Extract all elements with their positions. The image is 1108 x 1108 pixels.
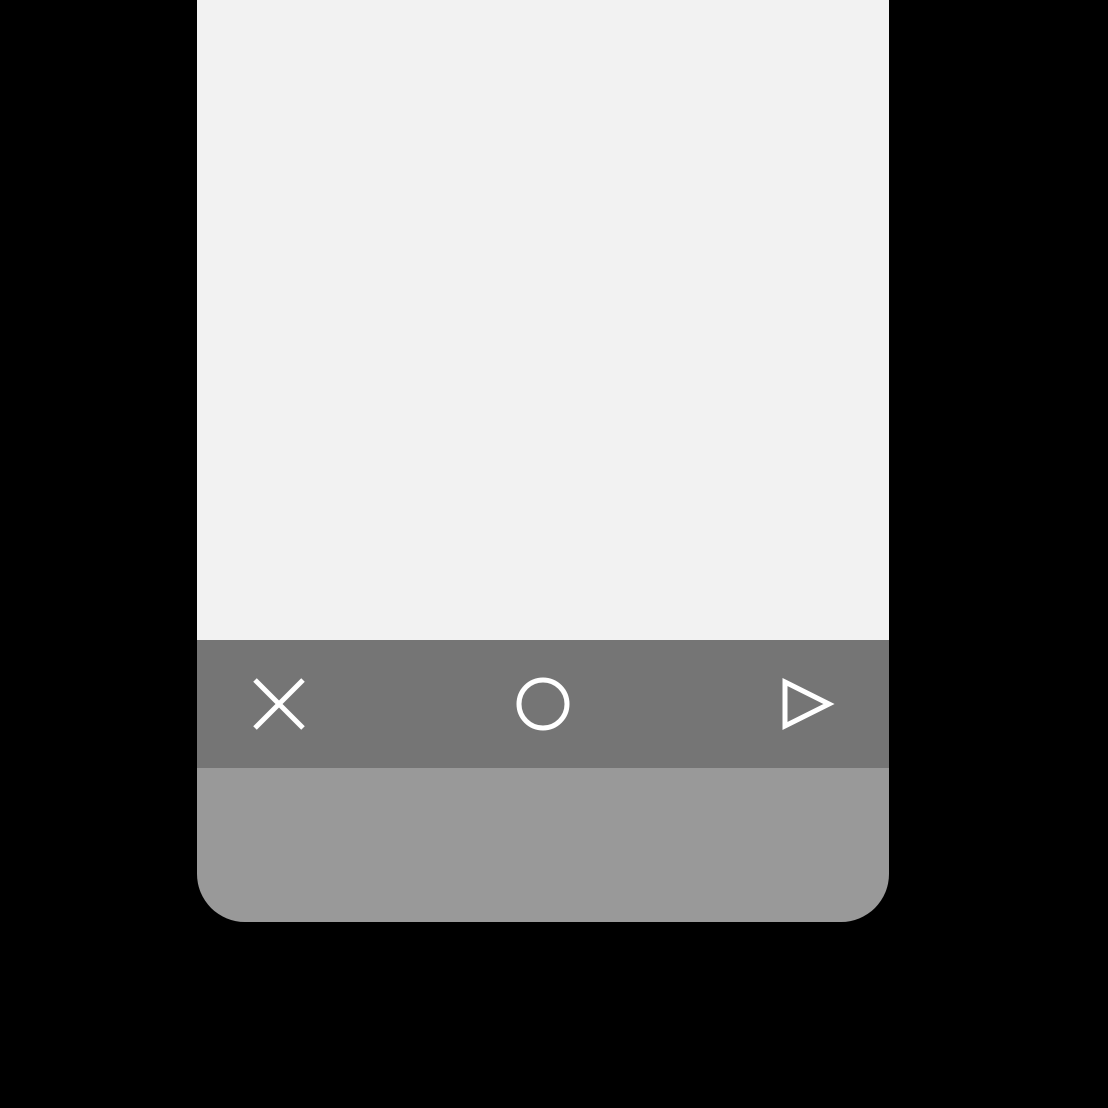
screen-content [197, 0, 889, 640]
device-frame [197, 0, 889, 922]
circle-icon [515, 676, 571, 732]
controls-bar [197, 640, 889, 768]
play-button[interactable] [777, 674, 837, 734]
play-icon [779, 676, 835, 732]
close-icon [251, 676, 307, 732]
record-button[interactable] [513, 674, 573, 734]
close-button[interactable] [249, 674, 309, 734]
